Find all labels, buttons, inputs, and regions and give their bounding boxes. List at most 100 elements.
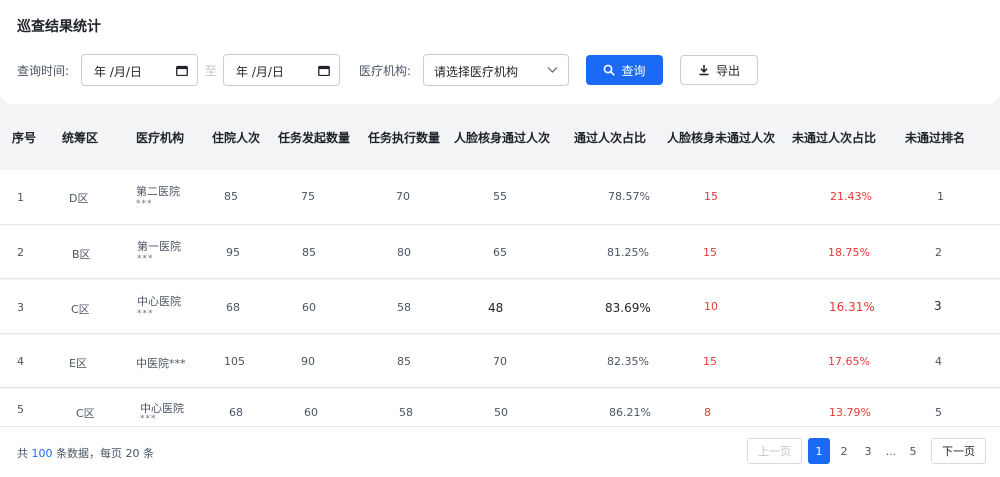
cell-area: E区 [69, 357, 87, 370]
cell-pass-ratio: 83.69% [605, 301, 651, 315]
header-index: 序号 [12, 131, 37, 145]
cell-index: 5 [17, 403, 24, 416]
start-date-input[interactable]: 年 /月/日 [81, 54, 198, 86]
cell-inpatient: 85 [224, 190, 238, 203]
cell-fail-rank: 3 [934, 299, 942, 313]
table-row: 4 E区 中医院*** 105 90 85 70 82.35% 15 17.65… [0, 335, 1000, 388]
cell-fail-ratio: 16.31% [829, 300, 875, 314]
cell-pass-ratio: 82.35% [607, 355, 649, 368]
cell-fail-rank: 1 [937, 190, 944, 203]
header-pass-ratio: 通过人次占比 [574, 131, 647, 145]
cell-executed: 85 [397, 355, 411, 368]
query-time-label: 查询时间: [17, 64, 70, 78]
org-select-value: 请选择医疗机构 [434, 65, 519, 79]
cell-org: 第二医院 [136, 185, 180, 198]
page-2[interactable]: 2 [833, 438, 855, 464]
total-count: 100 [31, 447, 53, 460]
calendar-icon[interactable] [176, 65, 188, 76]
page-3[interactable]: 3 [857, 438, 879, 464]
header-initiated: 任务发起数量 [278, 131, 351, 145]
cell-failed: 15 [704, 190, 718, 203]
cell-inpatient: 105 [224, 355, 245, 368]
cell-area: D区 [69, 192, 89, 205]
cell-inpatient: 95 [226, 246, 240, 259]
cell-org-sub: *** [140, 414, 157, 424]
cell-initiated: 60 [304, 406, 318, 419]
cell-index: 2 [17, 246, 24, 259]
cell-index: 1 [17, 191, 24, 204]
cell-org: 第一医院 [137, 240, 181, 253]
cell-fail-ratio: 13.79% [829, 406, 871, 419]
cell-org-sub: *** [137, 309, 154, 319]
org-select[interactable]: 请选择医疗机构 [423, 54, 569, 86]
cell-area: C区 [76, 407, 95, 420]
header-org: 医疗机构 [136, 131, 185, 145]
cell-fail-ratio: 21.43% [830, 190, 872, 203]
export-button-label: 导出 [715, 63, 740, 78]
cell-area: B区 [72, 248, 91, 261]
cell-fail-rank: 2 [935, 246, 942, 259]
page-ellipsis: ... [885, 444, 897, 458]
prev-page-button[interactable]: 上一页 [747, 438, 802, 464]
org-label: 医疗机构: [359, 64, 412, 78]
cell-passed: 50 [494, 406, 508, 419]
cell-org: 中医院*** [136, 357, 186, 370]
start-date-text: 年 /月/日 [94, 65, 142, 79]
cell-executed: 80 [397, 246, 411, 259]
next-page-button[interactable]: 下一页 [931, 438, 986, 464]
query-button-label: 查询 [621, 63, 646, 78]
cell-passed: 65 [493, 246, 507, 259]
export-button[interactable]: 导出 [680, 55, 758, 85]
table-header: 序号 统筹区 医疗机构 住院人次 任务发起数量 任务执行数量 人脸核身通过人次 … [0, 104, 1000, 170]
cell-area: C区 [71, 303, 90, 316]
cell-inpatient: 68 [226, 301, 240, 314]
cell-org-sub: *** [137, 254, 154, 264]
calendar-icon[interactable] [318, 65, 330, 76]
header-failed: 人脸核身未通过人次 [667, 131, 776, 145]
chevron-down-icon [547, 67, 558, 73]
end-date-input[interactable]: 年 /月/日 [223, 54, 340, 86]
cell-index: 3 [17, 301, 24, 314]
total-prefix: 共 [17, 447, 28, 460]
cell-org-sub: *** [136, 199, 153, 209]
filter-panel: 巡查结果统计 查询时间: 年 /月/日 至 年 /月/日 医疗机构: 请选择医疗… [0, 0, 1000, 104]
cell-passed: 70 [493, 355, 507, 368]
cell-executed: 70 [396, 190, 410, 203]
header-area: 统筹区 [62, 131, 99, 145]
cell-pass-ratio: 86.21% [609, 406, 651, 419]
table-row: 3 C区 中心医院 *** 68 60 58 48 83.69% 10 16.3… [0, 280, 1000, 334]
cell-passed: 55 [493, 190, 507, 203]
header-passed: 人脸核身通过人次 [454, 131, 551, 145]
cell-fail-ratio: 18.75% [828, 246, 870, 259]
table-row: 2 B区 第一医院 *** 95 85 80 65 81.25% 15 18.7… [0, 226, 1000, 279]
cell-fail-rank: 5 [935, 406, 942, 419]
header-fail-ratio: 未通过人次占比 [792, 131, 877, 145]
cell-fail-ratio: 17.65% [828, 355, 870, 368]
table-row: 5 C区 中心医院 *** 68 60 58 50 86.21% 8 13.79… [0, 389, 1000, 427]
header-inpatient: 住院人次 [212, 131, 261, 145]
total-count-text: 共 100 条数据，每页 20 条 [17, 445, 154, 461]
page-1[interactable]: 1 [808, 438, 830, 464]
cell-pass-ratio: 78.57% [608, 190, 650, 203]
cell-failed: 15 [703, 246, 717, 259]
date-range-separator: 至 [205, 64, 218, 78]
cell-passed: 48 [488, 301, 504, 315]
cell-failed: 10 [704, 300, 718, 313]
download-icon [699, 65, 709, 76]
end-date-text: 年 /月/日 [236, 65, 284, 79]
cell-fail-rank: 4 [935, 355, 942, 368]
cell-initiated: 90 [301, 355, 315, 368]
page-5[interactable]: 5 [902, 438, 924, 464]
cell-org: 中心医院 [137, 295, 181, 308]
table-row: 1 D区 第二医院 *** 85 75 70 55 78.57% 15 21.4… [0, 170, 1000, 225]
cell-initiated: 75 [301, 190, 315, 203]
cell-initiated: 60 [302, 301, 316, 314]
results-table: 序号 统筹区 医疗机构 住院人次 任务发起数量 任务执行数量 人脸核身通过人次 … [0, 104, 1000, 427]
cell-failed: 15 [703, 355, 717, 368]
cell-failed: 8 [704, 406, 711, 419]
query-button[interactable]: 查询 [586, 55, 663, 85]
pagination-bar: 共 100 条数据，每页 20 条 上一页 1 2 3 ... 5 下一页 [0, 427, 1000, 477]
header-executed: 任务执行数量 [368, 131, 441, 145]
cell-executed: 58 [397, 301, 411, 314]
cell-index: 4 [17, 355, 24, 368]
